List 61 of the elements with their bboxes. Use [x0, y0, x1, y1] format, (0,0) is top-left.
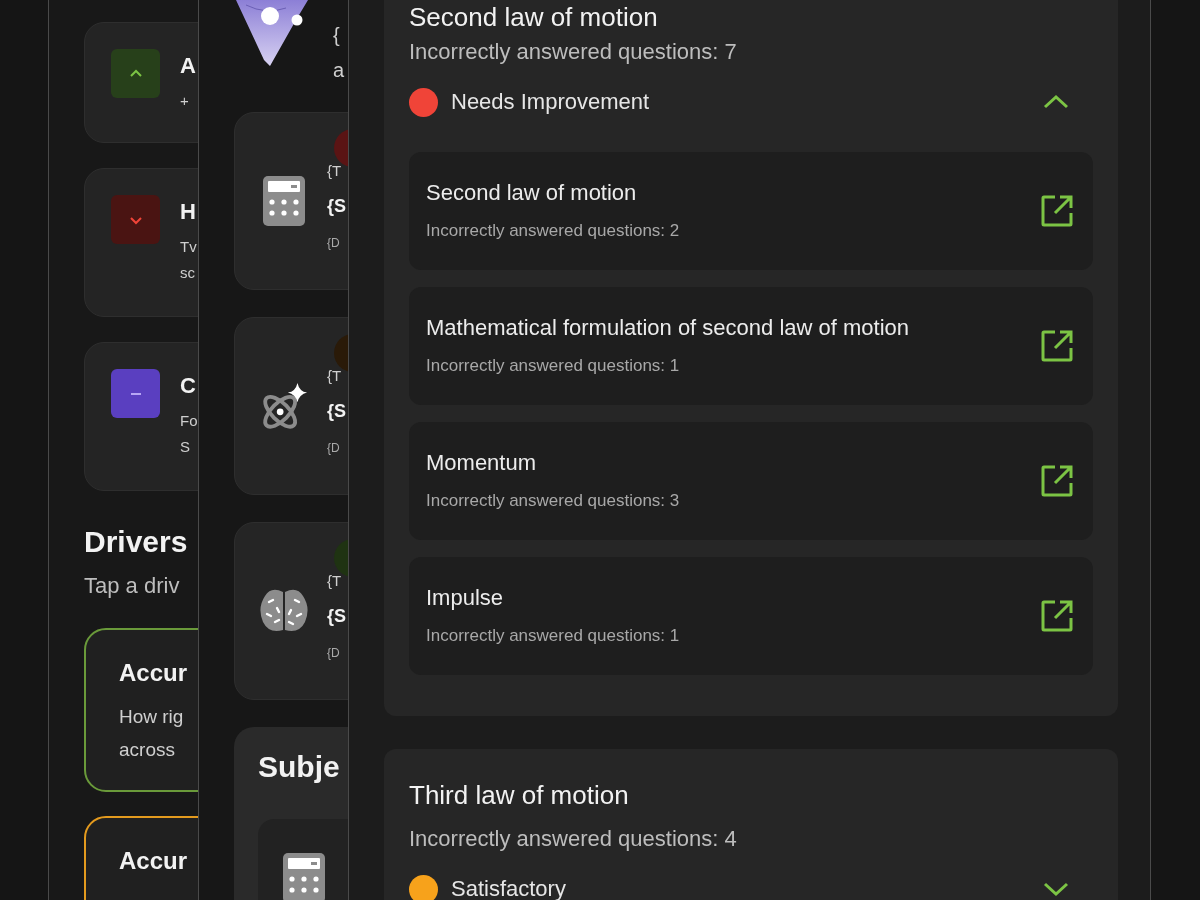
driver-text: How rig — [119, 705, 185, 729]
card-text: + — [180, 91, 190, 111]
trend-icon — [111, 369, 160, 418]
calculator-icon — [283, 853, 325, 900]
subject-text: {T — [327, 366, 343, 386]
external-link-icon[interactable] — [1040, 329, 1074, 363]
trend-icon — [111, 49, 160, 98]
subtopic-title: Momentum — [426, 449, 538, 477]
subject-card[interactable]: {T {S {D — [234, 522, 348, 700]
driver-text: across — [119, 738, 176, 762]
subtopic-subtitle: Incorrectly answered questions: 1 — [426, 355, 681, 377]
card-text: Tv — [180, 237, 197, 257]
topic-title: Third law of motion — [409, 779, 630, 811]
subject-text: {D — [327, 440, 341, 457]
subject-text: {T — [327, 571, 343, 591]
header-text: a — [333, 58, 345, 83]
subtopic-card[interactable]: Momentum Incorrectly answered questions: 3 — [409, 422, 1093, 540]
subtopic-subtitle: Incorrectly answered questions: 2 — [426, 220, 680, 242]
topic-subtitle: Incorrectly answered questions: 7 — [409, 38, 738, 66]
status-label: Satisfactory — [451, 876, 567, 900]
status-label: Needs Improvement — [451, 89, 651, 115]
card-title: H — [180, 198, 197, 226]
subtopic-card[interactable]: Impulse Incorrectly answered questions: 1 — [409, 557, 1093, 675]
subject-text: {S — [327, 401, 346, 421]
subject-card[interactable]: {T {S {D — [234, 317, 348, 495]
card-title: C — [180, 372, 197, 400]
subtopic-title: Impulse — [426, 584, 505, 612]
subject-text: {D — [327, 235, 341, 252]
section-subtitle: Tap a driv — [84, 572, 181, 600]
topic-subtitle: Incorrectly answered questions: 4 — [409, 825, 738, 853]
brain-icon — [259, 588, 309, 634]
subtopic-subtitle: Incorrectly answered questions: 3 — [426, 490, 680, 512]
section-title: Drivers — [84, 524, 189, 560]
external-link-icon[interactable] — [1040, 194, 1074, 228]
topic-title: Second law of motion — [409, 1, 659, 33]
card-text: sc — [180, 263, 196, 283]
subject-text: {T — [327, 161, 343, 181]
card-text: S — [180, 437, 191, 457]
calculator-icon — [263, 176, 305, 226]
driver-title: Accur — [119, 658, 189, 688]
collapse-button[interactable] — [1043, 94, 1069, 110]
subject-card[interactable]: {T {S {D — [234, 112, 348, 290]
expand-button[interactable] — [1043, 881, 1069, 897]
subtopic-card[interactable]: Second law of motion Incorrectly answered questions: 2 — [409, 152, 1093, 270]
subtopic-title: Second law of motion — [426, 179, 638, 207]
card-title: A — [180, 52, 196, 80]
subtopic-subtitle: Incorrectly answered questions: 1 — [426, 625, 680, 647]
header-text: { — [333, 23, 341, 48]
subject-text: {S — [327, 606, 346, 626]
trend-icon — [111, 195, 160, 244]
subtopic-title: Mathematical formulation of second law of motion — [426, 314, 909, 342]
panel-title: Subje — [258, 749, 341, 785]
driver-card[interactable]: Accur — [84, 816, 198, 900]
external-link-icon[interactable] — [1040, 464, 1074, 498]
subtopic-card[interactable]: Mathematical formulation of second law of motion Incorrectly answered questions: 1 — [409, 287, 1093, 405]
external-link-icon[interactable] — [1040, 599, 1074, 633]
subject-text: {D — [327, 645, 341, 662]
subject-text: {S — [327, 196, 346, 216]
card-text: Fo — [180, 411, 198, 431]
driver-title: Accur — [119, 846, 189, 876]
driver-card[interactable]: Accur How rig across — [84, 628, 198, 792]
